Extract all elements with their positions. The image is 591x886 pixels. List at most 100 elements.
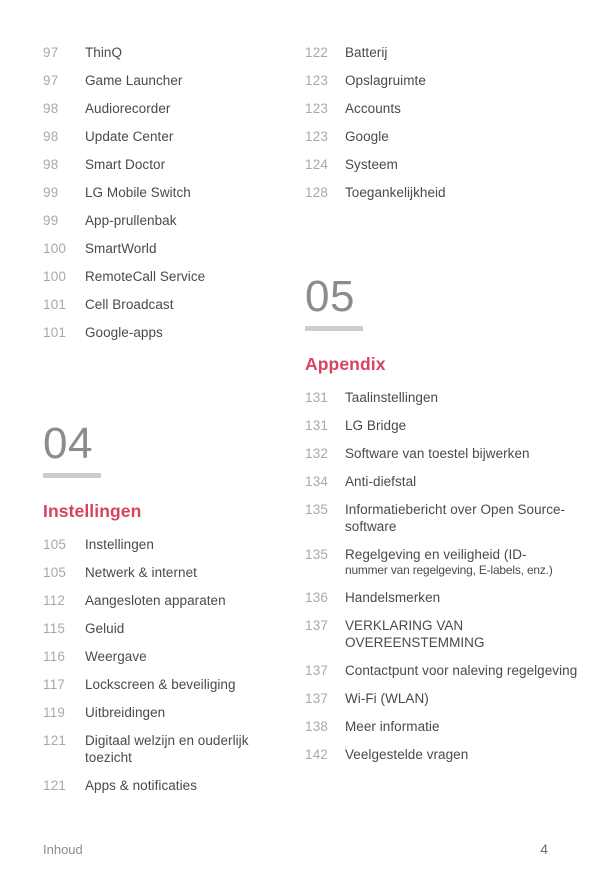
toc-entry-page-number: 136 (305, 590, 329, 605)
toc-entry[interactable]: 112 Aangesloten apparaten (43, 592, 295, 609)
toc-entry[interactable]: 131 Taalinstellingen (305, 389, 591, 406)
toc-entry-title: Cell Broadcast (85, 297, 174, 312)
toc-entry-page-number: 128 (305, 185, 329, 200)
toc-entry-title: RemoteCall Service (85, 269, 206, 284)
toc-entry-title: LG Mobile Switch (85, 185, 191, 200)
toc-entry-title: Anti-diefstal (345, 474, 417, 489)
toc-entry-page-number: 142 (305, 747, 329, 762)
toc-entry[interactable]: 105 Instellingen (43, 536, 295, 553)
toc-entry-title: Geluid (85, 621, 125, 636)
toc-entry-page-number: 117 (43, 677, 66, 692)
toc-entry[interactable]: 136 Handelsmerken (305, 589, 591, 606)
toc-entry-title: Smart Doctor (85, 157, 166, 172)
chapter-rule-05 (305, 326, 363, 331)
toc-entry-page-number: 121 (43, 778, 67, 793)
toc-entry-title: Weergave (85, 649, 147, 664)
toc-entry-page-number: 131 (305, 390, 329, 405)
toc-entry-page-number: 98 (43, 157, 59, 172)
toc-entry-page-number: 99 (43, 213, 59, 228)
toc-entry-title: Opslagruimte (345, 73, 426, 88)
toc-entry[interactable]: 135 Informatiebericht over Open Source-so… (305, 501, 591, 535)
toc-entry-title: Regelgeving en veiligheid (ID-nummer van… (345, 546, 591, 578)
toc-entry-page-number: 101 (43, 297, 67, 312)
toc-entry[interactable]: 134 Anti-diefstal (305, 473, 591, 490)
toc-entry-title: Lockscreen & beveiliging (85, 677, 236, 692)
footer-section-label: Inhoud (43, 842, 83, 857)
toc-entry[interactable]: 142 Veelgestelde vragen (305, 746, 591, 763)
toc-entry-page-number: 100 (43, 269, 67, 284)
toc-entry-page-number: 105 (43, 537, 67, 552)
toc-entry[interactable]: 100 SmartWorld (43, 240, 295, 257)
chapter-number-04: 04 (43, 419, 93, 468)
toc-entry[interactable]: 123 Google (305, 128, 591, 145)
chapter-block-04: 04 Instellingen 105 Instellingen 105 Netwer… (43, 421, 295, 794)
toc-entry-page-number: 115 (43, 621, 66, 636)
toc-entry-page-number: 134 (305, 474, 329, 489)
toc-entry-page-number: 132 (305, 446, 329, 461)
toc-entry-page-number: 123 (305, 73, 329, 88)
toc-entry[interactable]: 119 Uitbreidingen (43, 704, 295, 721)
toc-entry[interactable]: 101 Cell Broadcast (43, 296, 295, 313)
toc-entry[interactable]: 138 Meer informatie (305, 718, 591, 735)
toc-entry[interactable]: 101 Google-apps (43, 324, 295, 341)
toc-entry-title: Contactpunt voor naleving regelgeving (345, 663, 578, 678)
toc-entry[interactable]: 99 App-prullenbak (43, 212, 295, 229)
toc-entry[interactable]: 97 ThinQ (43, 44, 295, 61)
toc-entry-page-number: 97 (43, 45, 59, 60)
chapter-rule-04 (43, 473, 101, 478)
toc-entry[interactable]: 123 Opslagruimte (305, 72, 591, 89)
toc-entry[interactable]: 121 Digitaal welzijn en ouderlijk toezich… (43, 732, 295, 766)
toc-entry-title: Handelsmerken (345, 590, 441, 605)
toc-entry[interactable]: 137 VERKLARING VAN OVEREENSTEMMING (305, 617, 591, 651)
toc-entry-title: VERKLARING VAN OVEREENSTEMMING (345, 618, 485, 650)
toc-entry[interactable]: 98 Update Center (43, 128, 295, 145)
toc-left-column: 97 ThinQ 97 Game Launcher 98 Audiorecorder 98 U… (0, 0, 295, 805)
toc-entry[interactable]: 132 Software van toestel bijwerken (305, 445, 591, 462)
footer-page-number: 4 (540, 841, 548, 857)
toc-entry[interactable]: 122 Batterij (305, 44, 591, 61)
toc-entry-title: Aangesloten apparaten (85, 593, 226, 608)
left-column-spacer (43, 352, 295, 421)
toc-entry[interactable]: 128 Toegankelijkheid (305, 184, 591, 201)
toc-entry-title: SmartWorld (85, 241, 157, 256)
toc-page: 97 ThinQ 97 Game Launcher 98 Audiorecorder 98 U… (0, 0, 591, 886)
toc-entry-title: Wi-Fi (WLAN) (345, 691, 429, 706)
toc-entry-page-number: 137 (305, 691, 329, 706)
toc-entry-page-number: 116 (43, 649, 66, 664)
toc-entry-page-number: 112 (43, 593, 66, 608)
toc-entry-page-number: 122 (305, 45, 329, 60)
toc-entry[interactable]: 121 Apps & notificaties (43, 777, 295, 794)
toc-entry[interactable]: 124 Systeem (305, 156, 591, 173)
toc-entry-page-number: 97 (43, 73, 59, 88)
toc-entry-title: App-prullenbak (85, 213, 177, 228)
toc-entry-title: Apps & notificaties (85, 778, 198, 793)
toc-entry[interactable]: 105 Netwerk & internet (43, 564, 295, 581)
toc-entry-title: Netwerk & internet (85, 565, 197, 580)
toc-entry[interactable]: 135 Regelgeving en veiligheid (ID-nummer … (305, 546, 591, 578)
toc-entry[interactable]: 98 Smart Doctor (43, 156, 295, 173)
toc-entry[interactable]: 97 Game Launcher (43, 72, 295, 89)
toc-entry-title: Taalinstellingen (345, 390, 439, 405)
toc-entry-title: Game Launcher (85, 73, 183, 88)
toc-entry[interactable]: 115 Geluid (43, 620, 295, 637)
toc-entry[interactable]: 117 Lockscreen & beveiliging (43, 676, 295, 693)
toc-entry-title-continuation: nummer van regelgeving, E-labels, enz.) (345, 563, 553, 577)
toc-entry[interactable]: 137 Contactpunt voor naleving regelgeving (305, 662, 591, 679)
toc-entry[interactable]: 100 RemoteCall Service (43, 268, 295, 285)
toc-entry-page-number: 138 (305, 719, 329, 734)
toc-entry[interactable]: 116 Weergave (43, 648, 295, 665)
chapter-title-05: Appendix (305, 354, 386, 374)
toc-entry[interactable]: 99 LG Mobile Switch (43, 184, 295, 201)
toc-entry-title: Update Center (85, 129, 174, 144)
toc-entry-title: Informatiebericht over Open Source-softw… (345, 502, 566, 534)
toc-entry[interactable]: 123 Accounts (305, 100, 591, 117)
toc-entry-page-number: 123 (305, 101, 329, 116)
toc-entry[interactable]: 137 Wi-Fi (WLAN) (305, 690, 591, 707)
toc-entry[interactable]: 98 Audiorecorder (43, 100, 295, 117)
toc-entry-page-number: 98 (43, 101, 59, 116)
toc-entry-title: Uitbreidingen (85, 705, 166, 720)
toc-entry-title: Digitaal welzijn en ouderlijk toezicht (85, 733, 249, 765)
toc-entry-title: Google-apps (85, 325, 163, 340)
toc-entry-page-number: 135 (305, 502, 329, 517)
toc-entry[interactable]: 131 LG Bridge (305, 417, 591, 434)
